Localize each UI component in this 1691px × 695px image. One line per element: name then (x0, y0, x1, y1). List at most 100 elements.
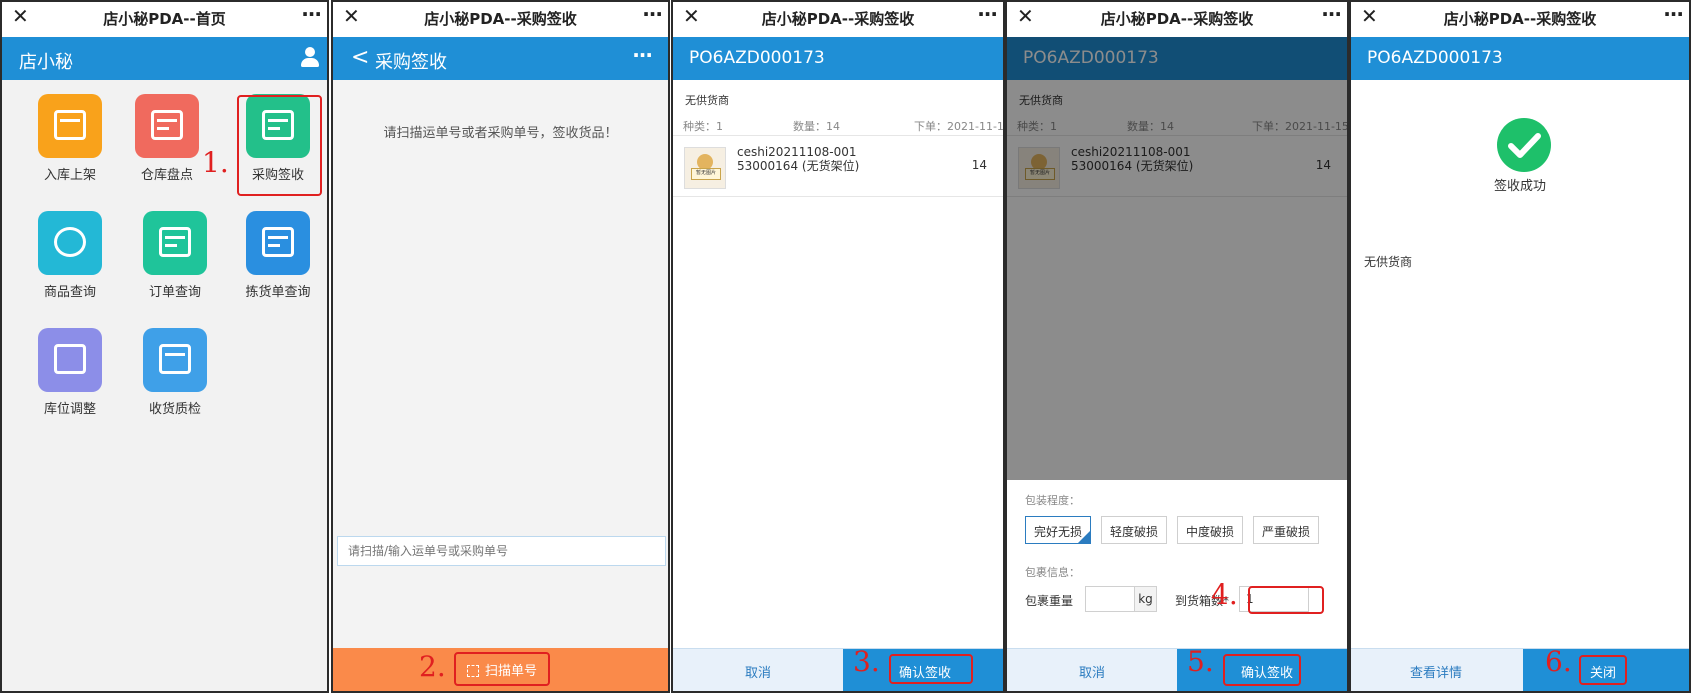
more-icon[interactable]: ··· (977, 2, 998, 26)
step-mark-3: 3. (853, 645, 880, 678)
weight-unit: kg (1135, 586, 1157, 612)
tile-label: 拣货单查询 (245, 285, 311, 300)
success-check-icon (1497, 118, 1551, 172)
location-adjust-icon (38, 328, 102, 392)
step-mark-5: 5. (1187, 645, 1214, 678)
action-bar: 取消 确认签收 5. (1007, 645, 1347, 691)
window-title: 店小秘PDA--采购签收 (1443, 10, 1597, 28)
more-icon[interactable]: ··· (301, 2, 322, 26)
close-button[interactable]: 关闭 6. (1523, 645, 1689, 691)
product-search-icon (38, 211, 102, 275)
cancel-button[interactable]: 取消 (1007, 649, 1177, 691)
home-screen: ✕ 店小秘PDA--首页 ··· 店小秘 入库上架 仓库盘点 采购签收 商品查询… (0, 0, 329, 693)
waybill-input[interactable] (337, 536, 666, 566)
scan-screen: ✕ 店小秘PDA--采购签收 ··· < 采购签收 ··· 请扫描运单号或者采购… (331, 0, 670, 693)
confirm-receive-button[interactable]: 确认签收 5. (1177, 645, 1347, 691)
pack-condition-label: 包装程度： (1025, 494, 1080, 507)
confirm-receive-button[interactable]: 确认签收 3. (843, 645, 1003, 691)
step-mark-2: 2. (419, 650, 446, 683)
screenshot-strip: ✕ 店小秘PDA--首页 ··· 店小秘 入库上架 仓库盘点 采购签收 商品查询… (0, 0, 1691, 695)
step-highlight-box (1223, 654, 1301, 686)
tile-label: 库位调整 (43, 402, 96, 417)
step-mark-1: 1. (202, 146, 229, 179)
shelf-upload-icon (38, 94, 102, 158)
package-info-label: 包裹信息： (1025, 566, 1080, 579)
option-medium-damage[interactable]: 中度破损 (1177, 516, 1243, 544)
kinds-count: 种类：1 (683, 120, 723, 133)
tile-quality-check[interactable]: 收货质检 (125, 328, 225, 417)
order-screen: ✕ 店小秘PDA--采购签收 ··· PO6AZD000173 无供货商 种类：… (671, 0, 1005, 693)
more-icon[interactable]: ··· (642, 2, 663, 26)
weight-label: 包裹重量 (1025, 594, 1074, 608)
tile-inbound-shelf[interactable]: 入库上架 (20, 94, 120, 183)
window-title: 店小秘PDA--采购签收 (1100, 10, 1254, 28)
tile-pick-list-query[interactable]: 拣货单查询 (228, 211, 327, 300)
item-row[interactable]: 暂无图片 ceshi20211108-001 53000164 (无货架位) 14 (673, 135, 1003, 197)
supplier-label: 无供货商 (1364, 255, 1413, 269)
tile-label: 商品查询 (43, 285, 96, 300)
step-mark-6: 6. (1545, 645, 1572, 678)
receive-dialog-screen: ✕ 店小秘PDA--采购签收 ··· PO6AZD000173 无供货商 种类：… (1005, 0, 1349, 693)
page-title: 采购签收 (375, 52, 447, 73)
user-icon[interactable] (301, 47, 319, 67)
order-query-icon (143, 211, 207, 275)
tile-label: 入库上架 (43, 168, 96, 183)
order-header: PO6AZD000173 (673, 37, 1003, 80)
scan-body: 请扫描运单号或者采购单号，签收货品！ (333, 80, 668, 691)
step-highlight-box (454, 652, 550, 686)
quality-check-icon (143, 328, 207, 392)
step-highlight-box (237, 95, 322, 196)
thumbnail-text: 暂无图片 (691, 168, 721, 180)
pick-list-icon (246, 211, 310, 275)
option-light-damage[interactable]: 轻度破损 (1101, 516, 1167, 544)
step-highlight-box (1579, 655, 1627, 685)
step-highlight-box (889, 654, 973, 684)
tile-product-query[interactable]: 商品查询 (20, 211, 120, 300)
success-message: 签收成功 (1493, 179, 1546, 194)
window-bar: ✕ 店小秘PDA--采购签收 ··· (333, 2, 668, 35)
scan-hint: 请扫描运单号或者采购单号，签收货品！ (383, 126, 618, 141)
qty-count: 数量：14 (793, 120, 840, 133)
step-highlight-box (1248, 586, 1324, 614)
back-icon[interactable]: < (351, 45, 369, 70)
scan-bar: 扫描单号 2. (333, 648, 668, 691)
order-date: 下单：2021-11-15 (914, 120, 1005, 133)
action-bar: 取消 确认签收 3. (673, 645, 1003, 691)
more-menu-icon[interactable]: ··· (632, 43, 653, 67)
tile-location-adjust[interactable]: 库位调整 (20, 328, 120, 417)
supplier-label: 无供货商 (685, 94, 729, 107)
more-icon[interactable]: ··· (1321, 2, 1342, 26)
window-bar: ✕ 店小秘PDA--采购签收 ··· (1007, 2, 1347, 35)
app-header: 店小秘 (2, 37, 327, 80)
window-bar: ✕ 店小秘PDA--采购签收 ··· (673, 2, 1003, 35)
option-severe-damage[interactable]: 严重破损 (1253, 516, 1319, 544)
action-bar: 查看详情 关闭 6. (1351, 645, 1689, 691)
window-bar: ✕ 店小秘PDA--首页 ··· (2, 2, 327, 35)
tile-order-query[interactable]: 订单查询 (125, 211, 225, 300)
modal-overlay[interactable] (1007, 37, 1347, 480)
view-details-button[interactable]: 查看详情 (1351, 649, 1521, 691)
weight-input[interactable] (1085, 586, 1135, 612)
order-id: PO6AZD000173 (689, 48, 825, 68)
success-screen: ✕ 店小秘PDA--采购签收 ··· PO6AZD000173 签收成功 无供货… (1349, 0, 1691, 693)
tile-label: 收货质检 (148, 402, 201, 417)
window-title: 店小秘PDA--采购签收 (424, 10, 577, 28)
window-title: 店小秘PDA--首页 (103, 10, 226, 28)
item-name: ceshi20211108-001 53000164 (无货架位) (737, 145, 860, 173)
app-title: 店小秘 (19, 52, 73, 73)
order-id: PO6AZD000173 (1367, 48, 1503, 68)
inventory-calculator-icon (135, 94, 199, 158)
cancel-button[interactable]: 取消 (673, 649, 843, 691)
item-qty: 14 (971, 158, 987, 172)
page-header: < 采购签收 ··· (333, 37, 668, 80)
product-thumbnail: 暂无图片 (684, 147, 726, 189)
order-header: PO6AZD000173 (1351, 37, 1689, 80)
tile-grid: 入库上架 仓库盘点 采购签收 商品查询 订单查询 拣货单查询 库位调整 收货质检… (2, 80, 327, 691)
more-icon[interactable]: ··· (1663, 2, 1684, 26)
step-mark-4: 4. (1211, 578, 1238, 611)
window-title: 店小秘PDA--采购签收 (761, 10, 915, 28)
option-intact[interactable]: 完好无损 (1025, 516, 1091, 544)
window-bar: ✕ 店小秘PDA--采购签收 ··· (1351, 2, 1689, 35)
receive-sheet: 包装程度： 完好无损 轻度破损 中度破损 严重破损 包裹信息： 包裹重量 kg … (1007, 480, 1347, 650)
tile-label: 订单查询 (148, 285, 201, 300)
